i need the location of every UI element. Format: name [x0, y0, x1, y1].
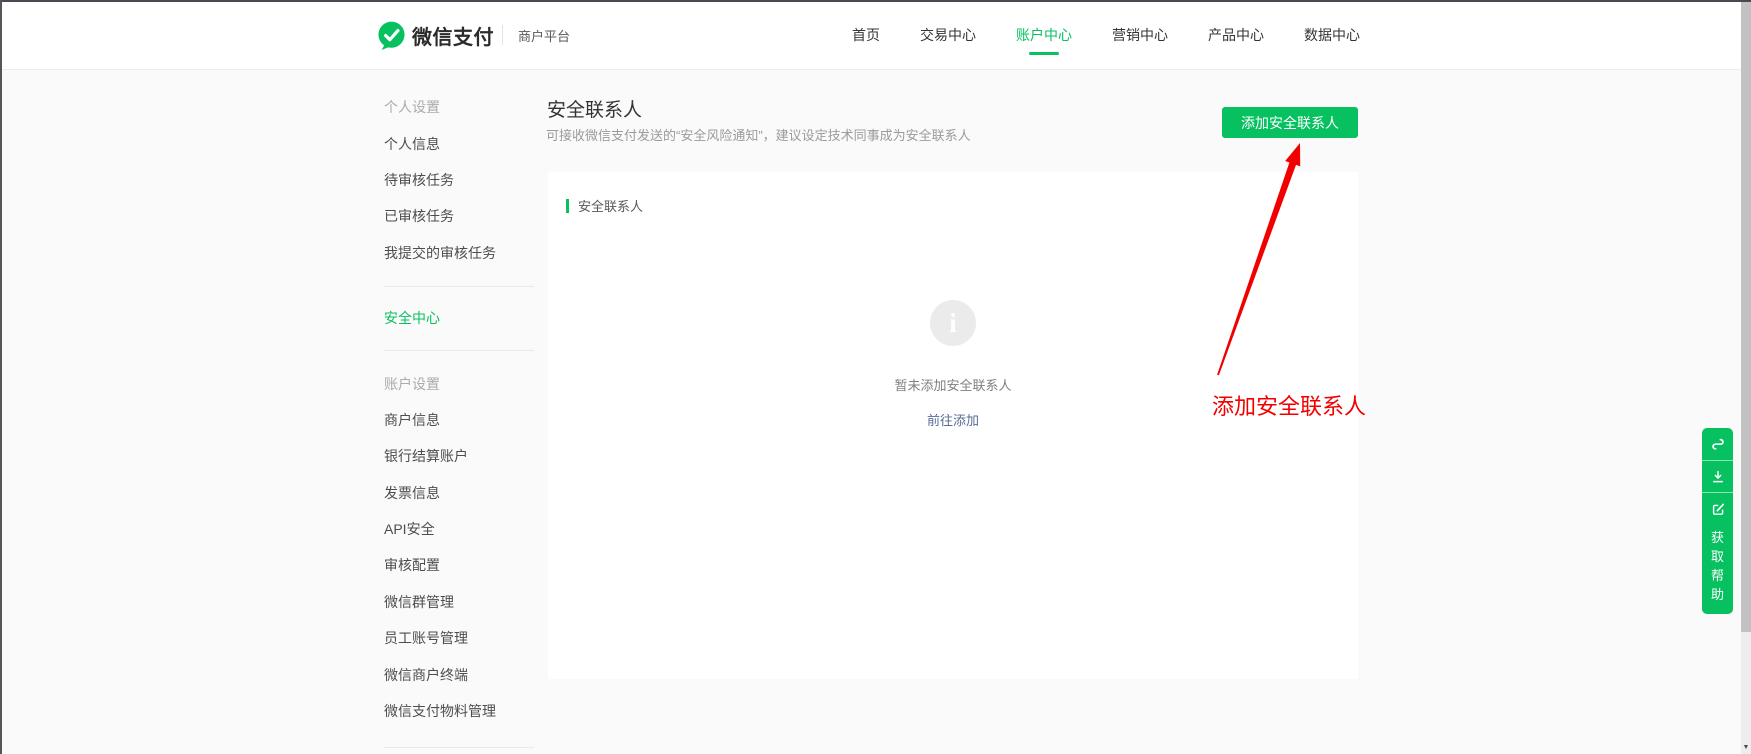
page-description: 可接收微信支付发送的“安全风险通知”，建议设定技术同事成为安全联系人 — [546, 125, 971, 144]
portal-label: 商户平台 — [518, 0, 570, 70]
sidebar-item-reviewed-tasks[interactable]: 已审核任务 — [384, 198, 534, 234]
sidebar-item-wechat-group-management[interactable]: 微信群管理 — [384, 584, 534, 620]
page-title: 安全联系人 — [547, 95, 642, 122]
logo-separator — [502, 25, 503, 45]
sidebar-item-wechat-pay-materials-management[interactable]: 微信支付物料管理 — [384, 693, 534, 729]
help-widget: 获取帮助 — [1702, 428, 1733, 614]
link-icon[interactable] — [1702, 428, 1733, 460]
empty-state-text: 暂未添加安全联系人 — [894, 375, 1011, 394]
download-icon[interactable] — [1702, 460, 1733, 492]
info-icon: i — [930, 300, 976, 346]
get-help-button[interactable]: 获取帮助 — [1702, 524, 1733, 614]
logo-text: 微信支付 — [412, 21, 494, 50]
sidebar-item-invoice-info[interactable]: 发票信息 — [384, 475, 534, 511]
add-security-contact-button[interactable]: 添加安全联系人 — [1222, 107, 1358, 138]
top-nav: 首页 交易中心 账户中心 营销中心 产品中心 数据中心 — [852, 0, 1360, 70]
nav-item-marketing-center[interactable]: 营销中心 — [1112, 25, 1168, 45]
nav-item-product-center[interactable]: 产品中心 — [1208, 25, 1264, 45]
section-accent-bar — [566, 199, 569, 213]
scrollbar-track[interactable]: ▼ — [1741, 0, 1751, 754]
nav-item-home[interactable]: 首页 — [852, 25, 880, 45]
wechat-pay-logo[interactable]: 微信支付 — [377, 0, 494, 70]
edit-icon[interactable] — [1702, 492, 1733, 524]
sidebar-divider — [384, 350, 534, 351]
sidebar-divider — [384, 747, 534, 748]
go-to-add-link[interactable]: 前往添加 — [927, 410, 979, 429]
nav-item-account-center[interactable]: 账户中心 — [1016, 25, 1072, 45]
annotation-label: 添加安全联系人 — [1212, 389, 1366, 421]
nav-item-data-center[interactable]: 数据中心 — [1304, 25, 1360, 45]
sidebar-group-account-settings: 账户设置 — [384, 365, 534, 401]
sidebar-item-wechat-merchant-terminal[interactable]: 微信商户终端 — [384, 656, 534, 692]
page-body: 个人设置 个人信息 待审核任务 已审核任务 我提交的审核任务 安全中心 账户设置… — [0, 70, 1751, 754]
nav-item-transaction-center[interactable]: 交易中心 — [920, 25, 976, 45]
sidebar-item-staff-account-management[interactable]: 员工账号管理 — [384, 620, 534, 656]
sidebar-item-bank-settlement-account[interactable]: 银行结算账户 — [384, 438, 534, 474]
sidebar-item-merchant-info[interactable]: 商户信息 — [384, 402, 534, 438]
header: 微信支付 商户平台 首页 交易中心 账户中心 营销中心 产品中心 数据中心 — [0, 0, 1751, 70]
card-section-header: 安全联系人 — [566, 196, 1358, 215]
sidebar-item-personal-info[interactable]: 个人信息 — [384, 125, 534, 161]
sidebar-item-my-submitted-review-tasks[interactable]: 我提交的审核任务 — [384, 235, 534, 271]
window-edge-top — [0, 0, 1751, 2]
sidebar-divider — [384, 286, 534, 287]
security-contact-card: 安全联系人 i 暂未添加安全联系人 前往添加 — [548, 172, 1358, 679]
window-edge-left — [0, 0, 2, 754]
sidebar-group-personal-settings: 个人设置 — [384, 89, 534, 125]
scrollbar-thumb[interactable] — [1741, 0, 1751, 632]
sidebar-item-security-center[interactable]: 安全中心 — [384, 300, 534, 336]
scroll-down-arrow-icon[interactable]: ▼ — [1741, 743, 1751, 753]
wechat-pay-logo-icon — [377, 21, 406, 50]
card-section-title: 安全联系人 — [578, 196, 643, 215]
get-help-label: 获取帮助 — [1711, 528, 1725, 604]
sidebar-item-review-config[interactable]: 审核配置 — [384, 547, 534, 583]
sidebar-item-api-security[interactable]: API安全 — [384, 511, 534, 547]
sidebar-item-pending-review-tasks[interactable]: 待审核任务 — [384, 162, 534, 198]
sidebar: 个人设置 个人信息 待审核任务 已审核任务 我提交的审核任务 安全中心 账户设置… — [384, 70, 534, 748]
